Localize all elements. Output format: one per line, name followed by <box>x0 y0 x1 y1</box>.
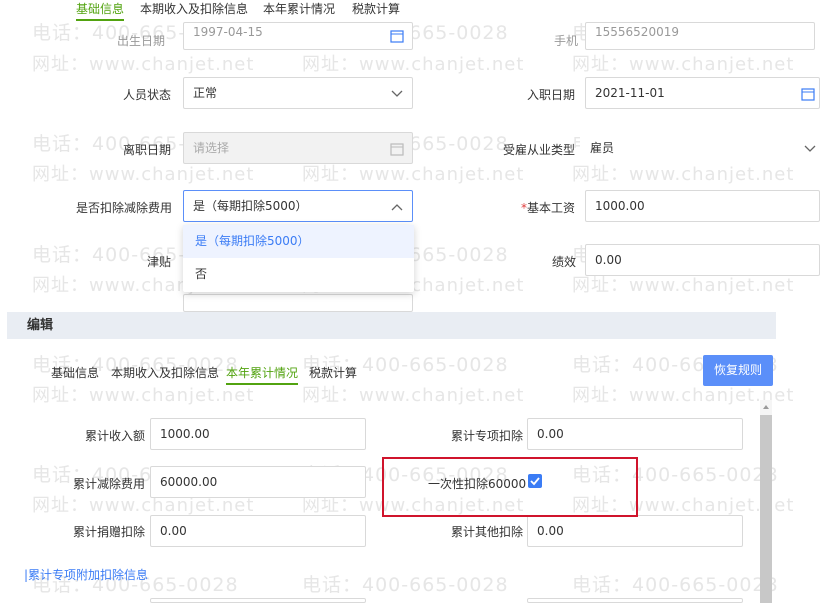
cumulative-special-label: 累计专项扣除 <box>451 429 524 443</box>
leave-date-placeholder: 请选择 <box>193 141 230 155</box>
deduct-value: 是（每期扣除5000） <box>193 199 308 213</box>
birth-date-value: 1997-04-15 <box>193 25 263 39</box>
base-salary-input[interactable]: 1000.00 <box>585 190 820 222</box>
leave-date-input[interactable]: 请选择 <box>183 132 413 164</box>
hire-date-value: 2021-11-01 <box>595 86 665 100</box>
partial-input-bottom-left[interactable] <box>150 598 366 603</box>
tab-period-income[interactable]: 本期收入及扣除信息 <box>140 0 248 17</box>
status-label: 人员状态 <box>123 88 172 102</box>
chevron-down-icon <box>804 145 816 152</box>
employ-type-value: 雇员 <box>590 141 615 155</box>
performance-input[interactable]: 0.00 <box>585 244 820 276</box>
edit-title: 编辑 <box>27 318 54 333</box>
cumulative-donation-input[interactable]: 0.00 <box>150 515 366 547</box>
calendar-icon <box>390 30 404 43</box>
dropdown-option-yes[interactable]: 是（每期扣除5000） <box>183 225 414 258</box>
phone-label: 手机 <box>554 34 579 48</box>
status-value: 正常 <box>193 86 218 100</box>
hire-label: 入职日期 <box>527 88 576 102</box>
chevron-up-icon <box>391 204 403 211</box>
deduct-select[interactable]: 是（每期扣除5000） <box>183 190 413 222</box>
watermark-site: 网址：www.chanjet.net <box>32 54 255 75</box>
highlight-box <box>382 457 638 517</box>
cumulative-income-input[interactable]: 1000.00 <box>150 418 366 450</box>
cumulative-special-input[interactable]: 0.00 <box>527 418 743 450</box>
tab-annual-cumulative[interactable]: 本年累计情况 <box>263 0 335 17</box>
phone-input[interactable]: 15556520019 <box>585 22 815 50</box>
calendar-icon <box>801 88 815 101</box>
watermark-site: 网址：www.chanjet.net <box>572 54 795 75</box>
reset-rules-button[interactable]: 恢复规则 <box>703 355 773 386</box>
partial-input[interactable] <box>183 294 413 312</box>
scrollbar-thumb[interactable] <box>760 415 772 603</box>
cumulative-donation-label: 累计捐赠扣除 <box>73 525 146 539</box>
calendar-icon <box>390 143 404 156</box>
employ-type-select[interactable]: 雇员 <box>580 132 820 164</box>
base-salary-label-text: 基本工资 <box>527 201 576 215</box>
chevron-down-icon <box>391 90 403 97</box>
edit-tab-basic-info[interactable]: 基础信息 <box>51 364 99 381</box>
birth-date-input[interactable]: 1997-04-15 <box>183 22 413 50</box>
special-additional-section-title: |累计专项附加扣除信息 <box>24 568 149 582</box>
partial-input-bottom-right[interactable] <box>527 598 743 603</box>
watermark-phone: 电话：400-665-0028 <box>572 574 779 596</box>
edit-tab-period-income[interactable]: 本期收入及扣除信息 <box>111 364 219 381</box>
cumulative-other-label: 累计其他扣除 <box>451 525 524 539</box>
deduct-dropdown: 是（每期扣除5000） 否 <box>183 225 414 292</box>
cumulative-income-label: 累计收入额 <box>85 429 146 443</box>
watermark-site: 网址：www.chanjet.net <box>302 385 525 406</box>
leave-label: 离职日期 <box>123 143 172 157</box>
tab-tax-calc[interactable]: 税款计算 <box>352 0 400 17</box>
status-select[interactable]: 正常 <box>183 77 413 109</box>
watermark-site: 网址：www.chanjet.net <box>302 54 525 75</box>
birth-label: 出生日期 <box>117 34 166 48</box>
cumulative-reduce-label: 累计减除费用 <box>73 477 146 491</box>
dropdown-option-no[interactable]: 否 <box>183 258 414 291</box>
edit-tab-tax-calc[interactable]: 税款计算 <box>309 364 357 381</box>
cumulative-reduce-input[interactable]: 60000.00 <box>150 466 366 498</box>
watermark-phone: 电话：400-665-0028 <box>302 574 509 596</box>
base-salary-label: *基本工资 <box>521 199 575 216</box>
tab-basic-info[interactable]: 基础信息 <box>76 0 125 21</box>
edit-tab-annual-cumulative[interactable]: 本年累计情况 <box>226 364 299 385</box>
watermark-site: 网址：www.chanjet.net <box>32 385 255 406</box>
allowance-label: 津贴 <box>147 255 172 269</box>
scroll-up-arrow-icon[interactable] <box>762 403 770 411</box>
edit-header-bar: 编辑 <box>7 312 776 339</box>
cumulative-other-input[interactable]: 0.00 <box>527 515 743 547</box>
performance-label: 绩效 <box>552 255 577 269</box>
deduct-label: 是否扣除减除费用 <box>76 201 173 215</box>
hire-date-input[interactable]: 2021-11-01 <box>585 77 820 109</box>
employ-type-label: 受雇从业类型 <box>503 143 576 157</box>
